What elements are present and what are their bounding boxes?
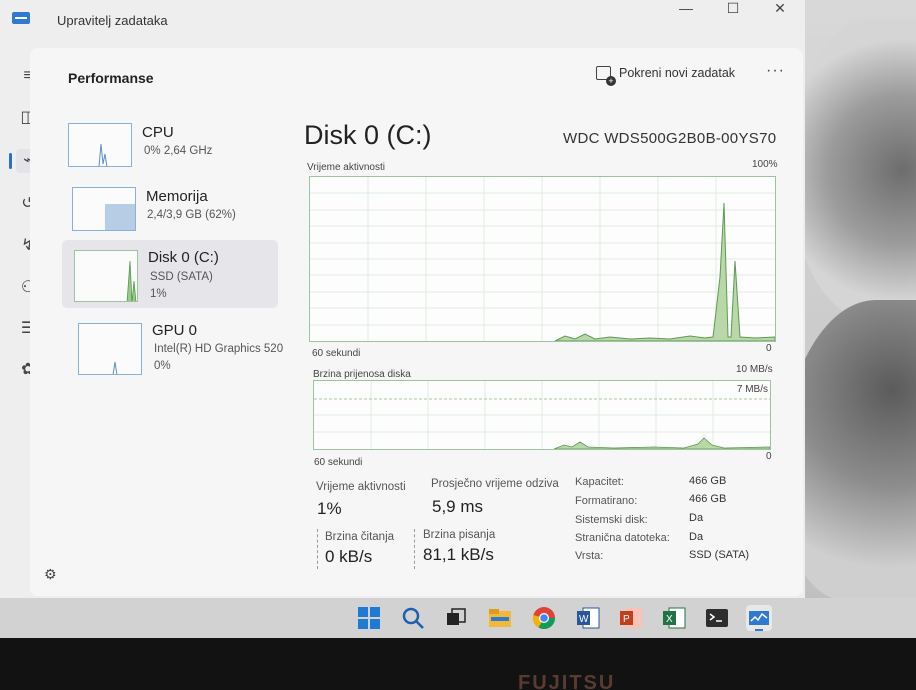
run-new-task-button[interactable]: Pokreni novi zadatak [596,66,736,86]
disk-model: WDC WDS500G2B0B-00YS70 [563,130,777,147]
task-manager-icon[interactable] [746,605,772,631]
svg-text:P: P [623,614,630,625]
resource-gpu[interactable]: GPU 0 Intel(R) HD Graphics 520 0% [62,318,283,386]
resource-disk[interactable]: Disk 0 (C:) SSD (SATA) 1% [62,240,278,308]
settings-icon[interactable]: ⚙ [44,566,57,583]
file-explorer-icon[interactable] [487,605,513,631]
resource-usage: 1% [150,288,167,300]
type-value: SSD (SATA) [689,549,750,561]
resource-name: Disk 0 (C:) [148,249,219,266]
resource-detail: 2,4/3,9 GB (62%) [147,209,236,221]
selected-indicator [9,153,12,169]
write-speed-separator [414,529,415,569]
chrome-icon[interactable] [531,605,557,631]
search-icon[interactable] [400,605,426,631]
resource-name: GPU 0 [152,322,198,339]
maximize-button[interactable]: ☐ [711,0,755,20]
resource-name: Memorija [146,188,208,205]
write-speed-value: 81,1 kB/s [423,545,494,564]
activity-time-graph [309,176,776,342]
system-disk-label: Sistemski disk: [575,514,648,526]
bezel-brand-logo: FUJITSU [518,672,616,690]
cpu-thumbnail-graph [68,123,132,167]
resource-usage: 0% [154,360,171,372]
capacity-value: 466 GB [689,475,727,487]
transfer-graph-max: 10 MB/s [736,364,773,375]
transfer-graph-line-label: 7 MB/s [736,384,768,395]
task-view-icon[interactable] [443,605,469,631]
more-options-button[interactable]: ··· [766,62,785,80]
read-speed-label: Brzina čitanja [325,531,395,543]
transfer-rate-chart [314,381,770,449]
system-disk-value: Da [689,512,704,524]
activity-graph-label: Vrijeme aktivnosti [307,162,385,173]
read-speed-value: 0 kB/s [325,547,373,566]
disk-title: Disk 0 (C:) [304,120,432,150]
disk-thumbnail-graph [74,250,138,302]
page-title: Performanse [68,70,154,86]
page-file-value: Da [689,531,704,543]
excel-icon[interactable]: X [661,605,687,631]
transfer-graph-min: 0 [766,451,772,462]
resource-cpu[interactable]: CPU 0% 2,64 GHz [62,120,278,188]
capacity-label: Kapacitet: [575,476,624,488]
window-title: Upravitelj zadataka [57,13,168,28]
resource-name: CPU [142,124,174,141]
type-label: Vrsta: [575,550,604,562]
activity-graph-min: 0 [766,343,772,354]
response-time-label: Prosječno vrijeme odziva [431,478,559,490]
activity-graph-max: 100% [752,159,778,170]
word-icon[interactable]: W [575,605,601,631]
resource-detail: 0% 2,64 GHz [144,145,213,157]
gpu-thumbnail-graph [78,323,142,375]
new-task-icon [596,66,616,86]
write-speed-label: Brzina pisanja [423,529,496,541]
activity-time-chart [310,177,775,341]
formatted-label: Formatirano: [575,495,638,507]
monitor-bezel [0,638,916,690]
title-bar[interactable]: Upravitelj zadataka — ☐ ✕ [0,0,805,44]
task-manager-app-icon [12,12,30,24]
transfer-rate-graph: 7 MB/s [313,380,771,450]
page-file-label: Stranična datoteka: [575,532,670,544]
active-time-label: Vrijeme aktivnosti [316,481,406,493]
transfer-graph-time: 60 sekundi [314,457,363,468]
svg-text:X: X [666,614,673,625]
response-time-value: 5,9 ms [432,497,484,516]
close-button[interactable]: ✕ [758,0,802,20]
run-new-task-label: Pokreni novi zadatak [619,66,736,80]
resource-detail: SSD (SATA) [150,271,213,283]
memory-thumbnail-graph [72,187,136,231]
transfer-graph-label: Brzina prijenosa diska [313,369,411,380]
formatted-value: 466 GB [689,493,727,505]
minimize-button[interactable]: — [664,0,708,20]
read-speed-separator [317,529,318,569]
task-manager-window: Upravitelj zadataka — ☐ ✕ ≡ ◫ ⌁ ↺ ↯ ⚇ ☰ … [0,0,805,600]
active-time-value: 1% [317,499,342,518]
powerpoint-icon[interactable]: P [618,605,644,631]
svg-text:W: W [579,614,589,625]
start-icon[interactable] [356,605,382,631]
terminal-icon[interactable] [704,605,730,631]
activity-graph-time: 60 sekundi [312,348,361,359]
resource-detail: Intel(R) HD Graphics 520 [154,343,284,355]
